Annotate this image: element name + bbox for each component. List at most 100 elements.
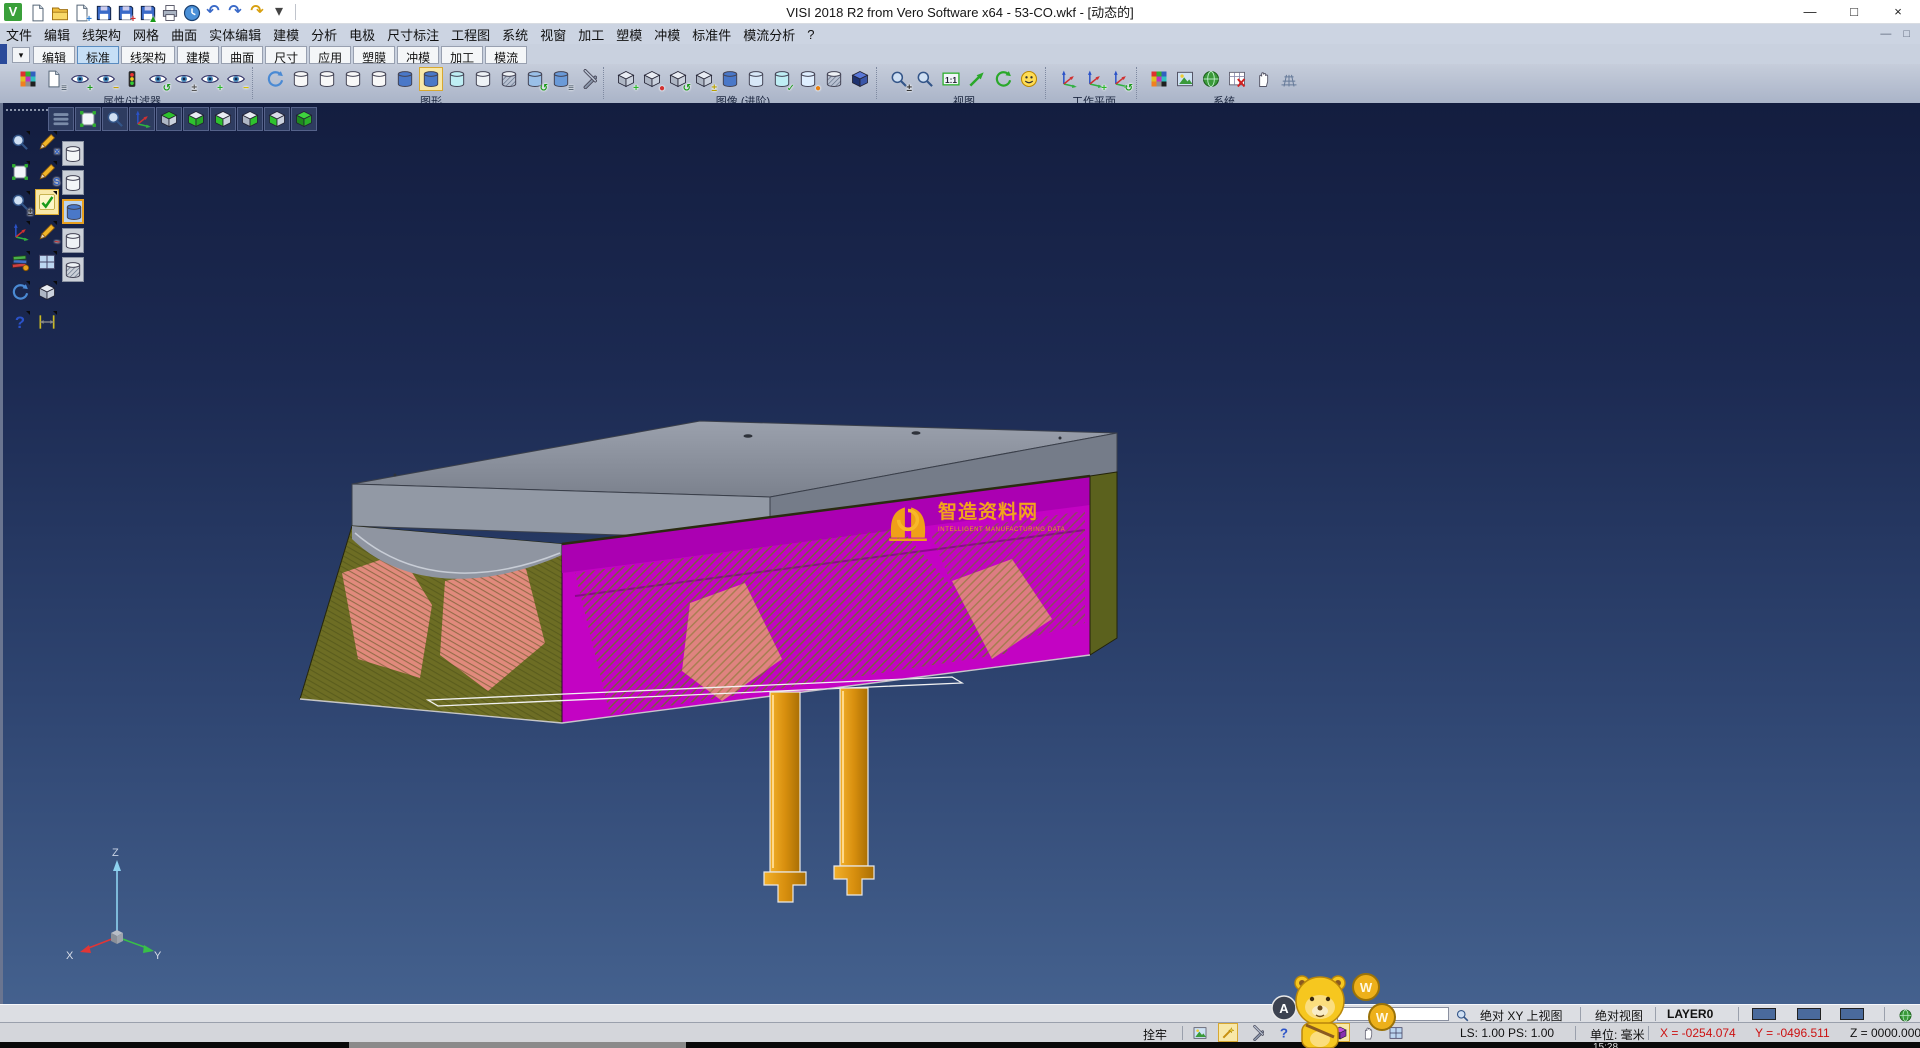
pan-arrow-icon[interactable] [965,67,989,91]
cylinder-restore-icon[interactable]: ↺ [523,67,547,91]
zoom-dynamic-icon[interactable] [8,129,32,155]
save-as-icon[interactable]: + [115,2,135,22]
render-smiley-icon[interactable] [1017,67,1041,91]
menu-item[interactable]: 视窗 [534,24,572,45]
invert-visibility-icon[interactable]: ± [172,67,196,91]
menu-item[interactable]: 模流分析 [737,24,801,45]
display-mesh-item[interactable] [62,257,84,282]
menu-item[interactable]: 电极 [343,24,381,45]
view-left-icon[interactable] [210,107,236,131]
shaded-cylinder-icon[interactable] [419,67,443,91]
save-all-icon[interactable]: ▲ [137,2,157,22]
selection-filter-icon[interactable] [1251,67,1275,91]
view-menu-icon[interactable] [48,107,74,131]
display-wireframe-item[interactable] [62,141,84,166]
striped-cylinder-icon[interactable] [744,67,768,91]
workplane-modify-icon[interactable]: ↺ [1108,67,1132,91]
zoom-fit-icon[interactable] [75,107,101,131]
spline-edit-icon[interactable]: ~ [35,219,59,245]
shaded-cube-icon[interactable] [848,67,872,91]
regenerate-icon[interactable] [8,279,32,305]
solid-cylinder-icon[interactable] [393,67,417,91]
rotate-view-icon[interactable] [991,67,1015,91]
print-preview-icon[interactable] [181,2,201,22]
image-capture-icon[interactable] [1173,67,1197,91]
advanced-add-icon[interactable]: + [614,67,638,91]
tab-塑膜[interactable]: 塑膜 [353,46,395,64]
menu-item[interactable]: 实体编辑 [203,24,267,45]
tab-冲模[interactable]: 冲模 [397,46,439,64]
zoom-window-icon[interactable] [913,67,937,91]
view-right-icon[interactable] [237,107,263,131]
mesh-cylinder-2-icon[interactable] [822,67,846,91]
lock-toggle[interactable]: 拴牢 [1143,1026,1167,1043]
filter-traffic-light-icon[interactable] [120,67,144,91]
cylinder-attributes-icon[interactable]: ≡ [549,67,573,91]
view-bottom-icon[interactable] [183,107,209,131]
tab-dropdown-button[interactable]: ▾ [12,47,30,63]
menu-item[interactable]: 线架构 [76,24,127,45]
close-button[interactable]: × [1876,0,1920,23]
hide-all-icon[interactable]: − [224,67,248,91]
workplane-view-icon[interactable] [8,219,32,245]
refresh-visibility-icon[interactable]: ↺ [146,67,170,91]
display-flat-item[interactable] [62,228,84,253]
solid-view-icon[interactable] [35,279,59,305]
graphics-settings-icon[interactable] [575,67,599,91]
confirm-selection-icon[interactable] [35,189,59,215]
active-layer-button[interactable]: LAYER0 [1667,1007,1713,1021]
hidden-line-cylinder-icon[interactable] [315,67,339,91]
redo-icon[interactable]: ↷ [225,2,245,22]
magic-select-icon[interactable] [1218,1023,1238,1042]
import-file-icon[interactable]: + [71,2,91,22]
menu-item[interactable]: 网格 [127,24,165,45]
outline-cylinder-icon[interactable] [367,67,391,91]
hide-entities-icon[interactable]: − [94,67,118,91]
tab-建模[interactable]: 建模 [177,46,219,64]
color-swatch-3[interactable] [1840,1008,1864,1020]
mdi-restore-button[interactable]: □ [1903,28,1910,40]
redraw-icon[interactable] [263,67,287,91]
color-table-icon[interactable] [1147,67,1171,91]
dashed-cylinder-icon[interactable] [341,67,365,91]
workplane-align-icon[interactable]: + [1082,67,1106,91]
tab-应用[interactable]: 应用 [309,46,351,64]
measure-icon[interactable] [35,309,59,335]
advanced-filter-icon[interactable]: ● [640,67,664,91]
display-shaded-item[interactable] [62,199,84,224]
restore-button[interactable]: □ [1832,0,1876,23]
flat-cylinder-icon[interactable] [471,67,495,91]
layer-manager-icon[interactable] [8,249,32,275]
workplane-create-icon[interactable] [1056,67,1080,91]
menu-item[interactable]: 曲面 [165,24,203,45]
mesh-cylinder-icon[interactable] [497,67,521,91]
menu-item[interactable]: ? [801,26,820,43]
menu-item[interactable]: 冲模 [648,24,686,45]
menu-item[interactable]: 标准件 [686,24,737,45]
show-all-icon[interactable]: + [198,67,222,91]
save-icon[interactable] [93,2,113,22]
table-delete-icon[interactable] [1225,67,1249,91]
menu-item[interactable]: 塑模 [610,24,648,45]
zoom-scale-icon[interactable]: ± [8,189,32,215]
display-hidden-line-item[interactable] [62,170,84,195]
history-icon[interactable]: ↷ [247,2,267,22]
section-cylinder-icon[interactable] [718,67,742,91]
erase-sketch-icon[interactable]: × [35,129,59,155]
view-iso-icon[interactable] [291,107,317,131]
tab-尺寸[interactable]: 尺寸 [265,46,307,64]
menu-item[interactable]: 文件 [0,24,38,45]
page-preview-icon[interactable]: ≡ [42,67,66,91]
menu-item[interactable]: 编辑 [38,24,76,45]
tab-编辑[interactable]: 编辑 [33,46,75,64]
zoom-in-out-icon[interactable]: ± [887,67,911,91]
tab-线架构[interactable]: 线架构 [121,46,175,64]
view-top-icon[interactable] [156,107,182,131]
flagged-cylinder-icon[interactable]: ● [796,67,820,91]
tab-标准[interactable]: 标准 [77,46,119,64]
new-document-icon[interactable] [27,2,47,22]
menu-item[interactable]: 尺寸标注 [381,24,445,45]
window-layout-icon[interactable] [35,249,59,275]
quick-access-dropdown-icon[interactable]: ▾ [269,2,289,22]
show-entities-icon[interactable]: + [68,67,92,91]
